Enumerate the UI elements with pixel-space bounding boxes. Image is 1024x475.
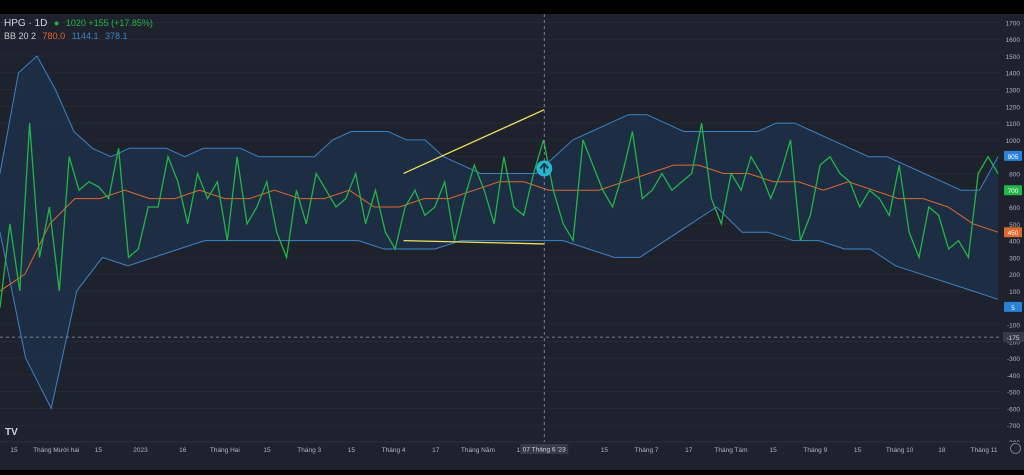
x-tick-label: Tháng 11	[971, 447, 998, 454]
x-tick-label: 15	[95, 447, 103, 454]
y-tick-label: 1100	[1006, 121, 1020, 128]
bb-label[interactable]: BB 20 2	[4, 31, 36, 41]
y-tick-label: 200	[1009, 272, 1020, 279]
x-tick-label: 15	[348, 447, 356, 454]
y-tick-label: 1700	[1006, 20, 1021, 27]
y-tick-label: -300	[1007, 356, 1020, 363]
x-tick-label: Tháng Mười hai	[33, 447, 79, 454]
x-tick-label: Tháng 7	[635, 447, 659, 454]
price-badge-label: 450	[1008, 230, 1019, 237]
x-tick-label: Tháng 4	[382, 447, 406, 454]
x-tick-label: Tháng 10	[886, 447, 914, 454]
y-tick-label: -400	[1007, 373, 1020, 380]
x-tick-label: Tháng Hai	[210, 447, 240, 454]
y-tick-label: 1500	[1006, 54, 1021, 61]
x-tick-label: Tháng Tám	[714, 447, 747, 454]
x-tick-label: Tháng Năm	[461, 447, 495, 454]
status-dot-icon: ●	[53, 18, 60, 28]
x-tick-label: 15	[770, 447, 778, 454]
bb-basis-value: 780.0	[42, 31, 66, 41]
y-tick-label: 800	[1009, 171, 1020, 178]
price-change-text: 1020 +155 (+17.85%)	[65, 18, 153, 28]
y-tick-label: 300	[1009, 255, 1020, 262]
x-tick-label: Tháng 3	[297, 447, 321, 454]
legend-row-symbol: HPG · 1D ● 1020 +155 (+17.85%)	[4, 18, 157, 29]
y-tick-label: -100	[1007, 323, 1020, 330]
x-tick-label: 15	[854, 447, 862, 454]
legend-row-bb: BB 20 2 780.0 1144.1 378.1	[4, 31, 132, 41]
bb-upper-value: 1144.1	[71, 31, 99, 41]
y-tick-label: -600	[1007, 406, 1020, 413]
crosshair-price-label: -175	[1006, 335, 1019, 342]
y-tick-label: 1300	[1006, 88, 1021, 95]
y-tick-label: 1200	[1006, 104, 1021, 111]
x-tick-label: 15	[10, 447, 18, 454]
symbol-label[interactable]: HPG · 1D	[4, 18, 47, 29]
y-tick-label: 400	[1009, 239, 1020, 246]
price-badge-label: 5	[1011, 305, 1015, 312]
bb-lower-value: 378.1	[104, 31, 128, 41]
y-tick-label: 1000	[1006, 138, 1021, 145]
x-tick-label: 18	[938, 447, 946, 454]
time-axis[interactable]	[0, 442, 1024, 470]
price-badge-label: 700	[1008, 188, 1019, 195]
y-tick-label: 600	[1009, 205, 1020, 212]
tradingview-logo-icon[interactable]: TV	[5, 427, 18, 438]
x-tick-label: 15	[263, 447, 271, 454]
y-tick-label: 1600	[1006, 37, 1021, 44]
y-tick-label: 100	[1009, 289, 1020, 296]
top-bar	[0, 0, 1024, 14]
gear-icon[interactable]	[1010, 443, 1021, 454]
chart-stage[interactable]: 1700160015001400130012001100100090080070…	[0, 0, 1024, 470]
y-tick-label: -500	[1007, 390, 1020, 397]
price-chart[interactable]: 1700160015001400130012001100100090080070…	[0, 0, 1024, 470]
price-badge-label: 905	[1008, 154, 1019, 161]
x-tick-label: Tháng 9	[803, 447, 827, 454]
crosshair-date-label: 07 Tháng 6 '23	[523, 447, 566, 454]
x-tick-label: 15	[601, 447, 609, 454]
y-tick-label: -700	[1007, 423, 1020, 430]
x-tick-label: 16	[179, 447, 187, 454]
x-tick-label: 2023	[133, 447, 148, 454]
x-tick-label: 17	[432, 447, 440, 454]
x-tick-label: 17	[685, 447, 693, 454]
y-tick-label: 1400	[1006, 71, 1021, 78]
